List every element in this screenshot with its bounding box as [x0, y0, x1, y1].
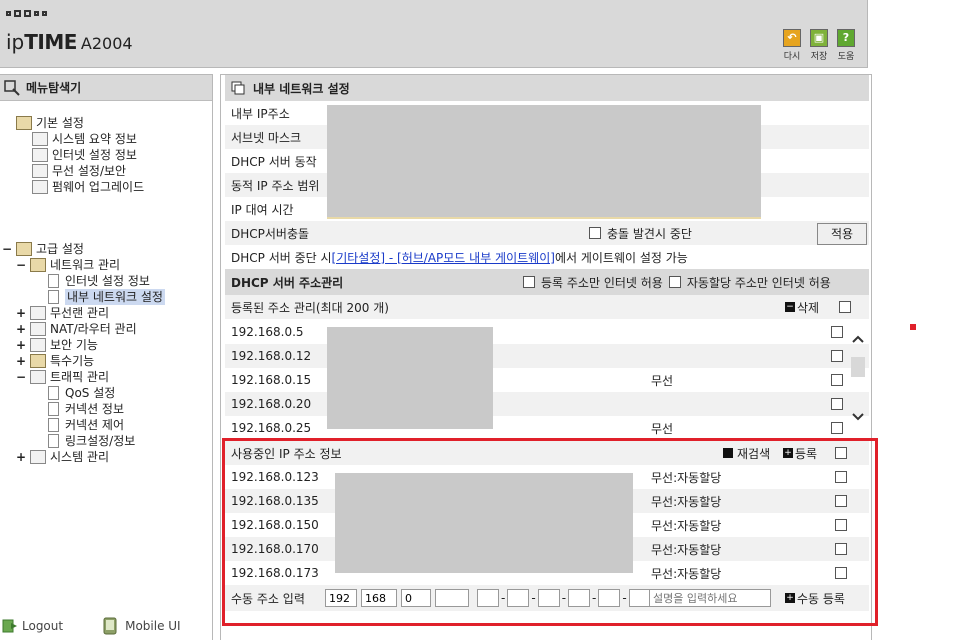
collapse-icon[interactable]: − [16, 369, 26, 385]
tree-item-link-settings[interactable]: 링크설정/정보 [48, 433, 135, 449]
tree-item-lan-settings[interactable]: 내부 네트워크 설정 [48, 289, 165, 305]
page-icon [48, 274, 59, 288]
folder-icon [16, 242, 32, 256]
page-icon [48, 434, 59, 448]
list-item: 192.168.0.12 [225, 344, 869, 368]
only-auto-checkbox[interactable] [668, 276, 681, 288]
save-button[interactable]: ▣ 저장 [807, 29, 831, 62]
list-item: 192.168.0.25 무선 [225, 416, 869, 440]
folder-icon [30, 258, 46, 272]
tree-item-system-summary[interactable]: 시스템 요약 정보 [32, 131, 137, 147]
expand-icon[interactable]: + [16, 305, 26, 321]
reload-button[interactable]: ↶ 다시 [780, 29, 804, 62]
scroll-thumb[interactable] [851, 357, 865, 377]
page-icon [48, 386, 59, 400]
tree-basic-settings[interactable]: 기본 설정 [16, 115, 84, 131]
tree-special-features[interactable]: + 특수기능 [16, 353, 94, 369]
tree-system-management[interactable]: + 시스템 관리 [16, 449, 109, 465]
tree-network-management[interactable]: − 네트워크 관리 [16, 257, 120, 273]
expand-icon[interactable]: + [16, 337, 26, 353]
collapse-icon[interactable]: − [2, 241, 12, 257]
search-icon [4, 79, 20, 96]
only-registered-checkbox[interactable] [523, 276, 535, 288]
tree-item-qos[interactable]: QoS 설정 [48, 385, 115, 401]
firmware-icon [32, 180, 48, 194]
tree-item-firmware-upgrade[interactable]: 펌웨어 업그레이드 [32, 179, 144, 195]
list-item: 192.168.0.5 [225, 320, 869, 344]
page-icon [48, 418, 59, 432]
list-item: 192.168.0.20 [225, 392, 869, 416]
wireless-icon [30, 306, 46, 320]
help-icon: ? [837, 29, 855, 47]
minus-icon: − [785, 302, 795, 312]
redacted-area [327, 327, 493, 429]
logout-icon [2, 619, 17, 633]
mobile-ui-link[interactable]: Mobile UI [103, 617, 181, 635]
window-icon [231, 81, 245, 95]
menu-explorer-header: 메뉴탐색기 [0, 75, 212, 101]
conflict-stop-checkbox[interactable] [589, 227, 601, 239]
tree-security[interactable]: + 보안 기능 [16, 337, 98, 353]
folder-icon [30, 354, 46, 368]
tree-advanced-settings[interactable]: − 고급 설정 [2, 241, 84, 257]
sidebar: 메뉴탐색기 기본 설정 시스템 요약 정보 인터넷 설정 정보 무선 설정/보안… [0, 74, 213, 640]
tree-traffic-management[interactable]: − 트래픽 관리 [16, 369, 109, 385]
select-all-registered-checkbox[interactable] [839, 301, 851, 313]
brand-dots [6, 10, 47, 17]
tree-item-internet-info[interactable]: 인터넷 설정 정보 [32, 147, 137, 163]
row-checkbox[interactable] [831, 326, 843, 338]
gateway-settings-link[interactable]: [기타설정] - [허브/AP모드 내부 게이트웨이] [332, 249, 555, 266]
redacted-area [327, 105, 761, 217]
page-icon [48, 402, 59, 416]
page-icon [48, 290, 59, 304]
tree-wlan-management[interactable]: + 무선랜 관리 [16, 305, 109, 321]
chart-icon [30, 450, 46, 464]
list-item: 192.168.0.15 무선 [225, 368, 869, 392]
row-checkbox[interactable] [831, 422, 843, 434]
save-icon: ▣ [810, 29, 828, 47]
chevron-down-icon[interactable] [851, 411, 865, 423]
dhcp-address-section: DHCP 서버 주소관리 등록 주소만 인터넷 허용 자동할당 주소만 인터넷 … [225, 269, 869, 295]
model-name: A2004 [80, 34, 133, 53]
tree-item-connection-info[interactable]: 커넥션 정보 [48, 401, 124, 417]
apply-button[interactable]: 적용 [817, 223, 867, 245]
row-checkbox[interactable] [831, 398, 843, 410]
registered-scrollbar[interactable] [851, 333, 867, 429]
folder-icon [16, 116, 32, 130]
brand-logo: ipTIME A2004 [6, 30, 133, 54]
router-icon [30, 322, 46, 336]
registered-header: 등록된 주소 관리(최대 200 개) − 삭제 [225, 295, 869, 319]
expand-icon[interactable]: + [16, 449, 26, 465]
dhcp-stop-note: DHCP 서버 중단 시 [기타설정] - [허브/AP모드 내부 게이트웨이]… [231, 249, 688, 266]
lock-icon [30, 338, 46, 352]
sidebar-footer: Logout Mobile UI [0, 612, 213, 640]
dhcp-conflict-row: DHCP서버충돌 충돌 발견시 중단 [225, 221, 869, 245]
chevron-up-icon[interactable] [851, 333, 865, 345]
header-bar: ipTIME A2004 ↶ 다시 ▣ 저장 ? 도움 [0, 0, 868, 68]
tree-item-connection-control[interactable]: 커넥션 제어 [48, 417, 124, 433]
help-button[interactable]: ? 도움 [834, 29, 858, 62]
divider [327, 217, 761, 219]
mobile-icon [103, 617, 117, 635]
expand-icon[interactable]: + [16, 353, 26, 369]
collapse-icon[interactable]: − [16, 257, 26, 273]
expand-icon[interactable]: + [16, 321, 26, 337]
tree-item-internet-settings[interactable]: 인터넷 설정 정보 [48, 273, 150, 289]
highlight-box [222, 438, 878, 626]
menu-title: 메뉴탐색기 [26, 81, 82, 95]
delete-button[interactable]: − 삭제 [785, 299, 819, 316]
page-title: 내부 네트워크 설정 [225, 75, 869, 101]
tree-nat-router[interactable]: + NAT/라우터 관리 [16, 321, 137, 337]
monitor-icon [32, 148, 48, 162]
tree-item-wireless-security[interactable]: 무선 설정/보안 [32, 163, 126, 179]
row-checkbox[interactable] [831, 350, 843, 362]
back-icon: ↶ [783, 29, 801, 47]
logout-link[interactable]: Logout [2, 618, 63, 634]
red-marker [910, 324, 916, 330]
wireless-icon [32, 164, 48, 178]
traffic-icon [30, 370, 46, 384]
chart-icon [32, 132, 48, 146]
row-checkbox[interactable] [831, 374, 843, 386]
